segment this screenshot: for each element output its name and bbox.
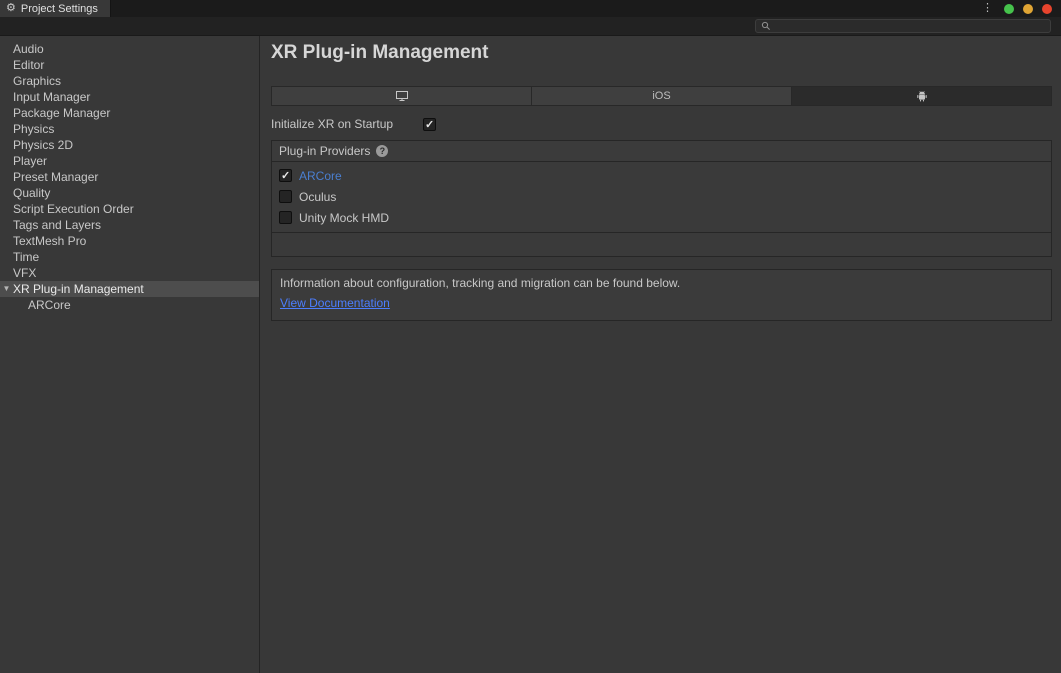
sidebar-item[interactable]: Editor [0, 57, 259, 73]
info-text: Information about configuration, trackin… [280, 276, 1043, 291]
window-light-red[interactable] [1042, 4, 1052, 14]
toolbar [0, 17, 1061, 36]
sidebar-item[interactable]: Tags and Layers [0, 217, 259, 233]
window-title: Project Settings [21, 3, 98, 15]
initialize-xr-row: Initialize XR on Startup [271, 117, 1052, 131]
initialize-xr-checkbox[interactable] [423, 118, 436, 131]
plugin-providers-header: Plug-in Providers ? [272, 141, 1051, 162]
sidebar-item[interactable]: Audio [0, 41, 259, 57]
sidebar-item[interactable]: Physics [0, 121, 259, 137]
window-light-green[interactable] [1004, 4, 1014, 14]
settings-sidebar: Audio Editor Graphics Input Manager Pack… [0, 36, 260, 673]
sidebar-item-xr-plugin-management[interactable]: ▼ XR Plug-in Management [0, 281, 259, 297]
sidebar-item[interactable]: VFX [0, 265, 259, 281]
tab-desktop[interactable] [271, 86, 532, 106]
titlebar: ⚙ Project Settings ⋮ [0, 0, 1061, 17]
sidebar-item[interactable]: Package Manager [0, 105, 259, 121]
provider-checkbox[interactable] [279, 169, 292, 182]
sidebar-item[interactable]: Preset Manager [0, 169, 259, 185]
provider-label: Oculus [299, 190, 336, 204]
sidebar-item[interactable]: Physics 2D [0, 137, 259, 153]
main-panel: XR Plug-in Management iOS [260, 36, 1061, 673]
android-icon [916, 90, 928, 102]
sidebar-item-label: XR Plug-in Management [13, 281, 144, 297]
tab-ios[interactable]: iOS [532, 86, 792, 106]
search-box[interactable] [755, 19, 1051, 33]
platform-tabbar: iOS [271, 86, 1052, 106]
help-icon[interactable]: ? [376, 145, 388, 157]
sidebar-item[interactable]: Graphics [0, 73, 259, 89]
provider-row[interactable]: Unity Mock HMD [272, 207, 1051, 228]
provider-checkbox[interactable] [279, 190, 292, 203]
sidebar-item[interactable]: Time [0, 249, 259, 265]
search-input[interactable] [775, 20, 1045, 32]
sidebar-item[interactable]: Quality [0, 185, 259, 201]
provider-label: ARCore [299, 169, 342, 183]
sidebar-item[interactable]: Input Manager [0, 89, 259, 105]
window-light-yellow[interactable] [1023, 4, 1033, 14]
window-controls: ⋮ [982, 0, 1052, 17]
project-settings-window-tab[interactable]: ⚙ Project Settings [0, 0, 111, 17]
sidebar-item[interactable]: Player [0, 153, 259, 169]
provider-label: Unity Mock HMD [299, 211, 389, 225]
plugin-providers-box: Plug-in Providers ? ARCore Oculus [271, 140, 1052, 257]
desktop-icon [395, 90, 409, 102]
page-title: XR Plug-in Management [271, 42, 1052, 64]
provider-checkbox[interactable] [279, 211, 292, 224]
plugin-providers-list: ARCore Oculus Unity Mock HMD [272, 162, 1051, 233]
provider-row[interactable]: ARCore [272, 165, 1051, 186]
tab-ios-label: iOS [652, 90, 670, 102]
sidebar-item[interactable]: Script Execution Order [0, 201, 259, 217]
foldout-triangle-icon[interactable]: ▼ [0, 281, 13, 297]
search-icon [761, 21, 771, 31]
info-box: Information about configuration, trackin… [271, 269, 1052, 321]
kebab-menu-icon[interactable]: ⋮ [982, 3, 993, 14]
plugin-providers-title: Plug-in Providers [279, 144, 370, 158]
initialize-xr-label: Initialize XR on Startup [271, 117, 423, 131]
sidebar-item[interactable]: TextMesh Pro [0, 233, 259, 249]
tab-android[interactable] [792, 86, 1052, 106]
provider-row[interactable]: Oculus [272, 186, 1051, 207]
view-documentation-link[interactable]: View Documentation [280, 296, 390, 310]
gear-icon: ⚙ [6, 3, 16, 14]
plugin-providers-footer [272, 233, 1051, 256]
sidebar-item-arcore[interactable]: ARCore [0, 297, 259, 313]
content: Audio Editor Graphics Input Manager Pack… [0, 36, 1061, 673]
